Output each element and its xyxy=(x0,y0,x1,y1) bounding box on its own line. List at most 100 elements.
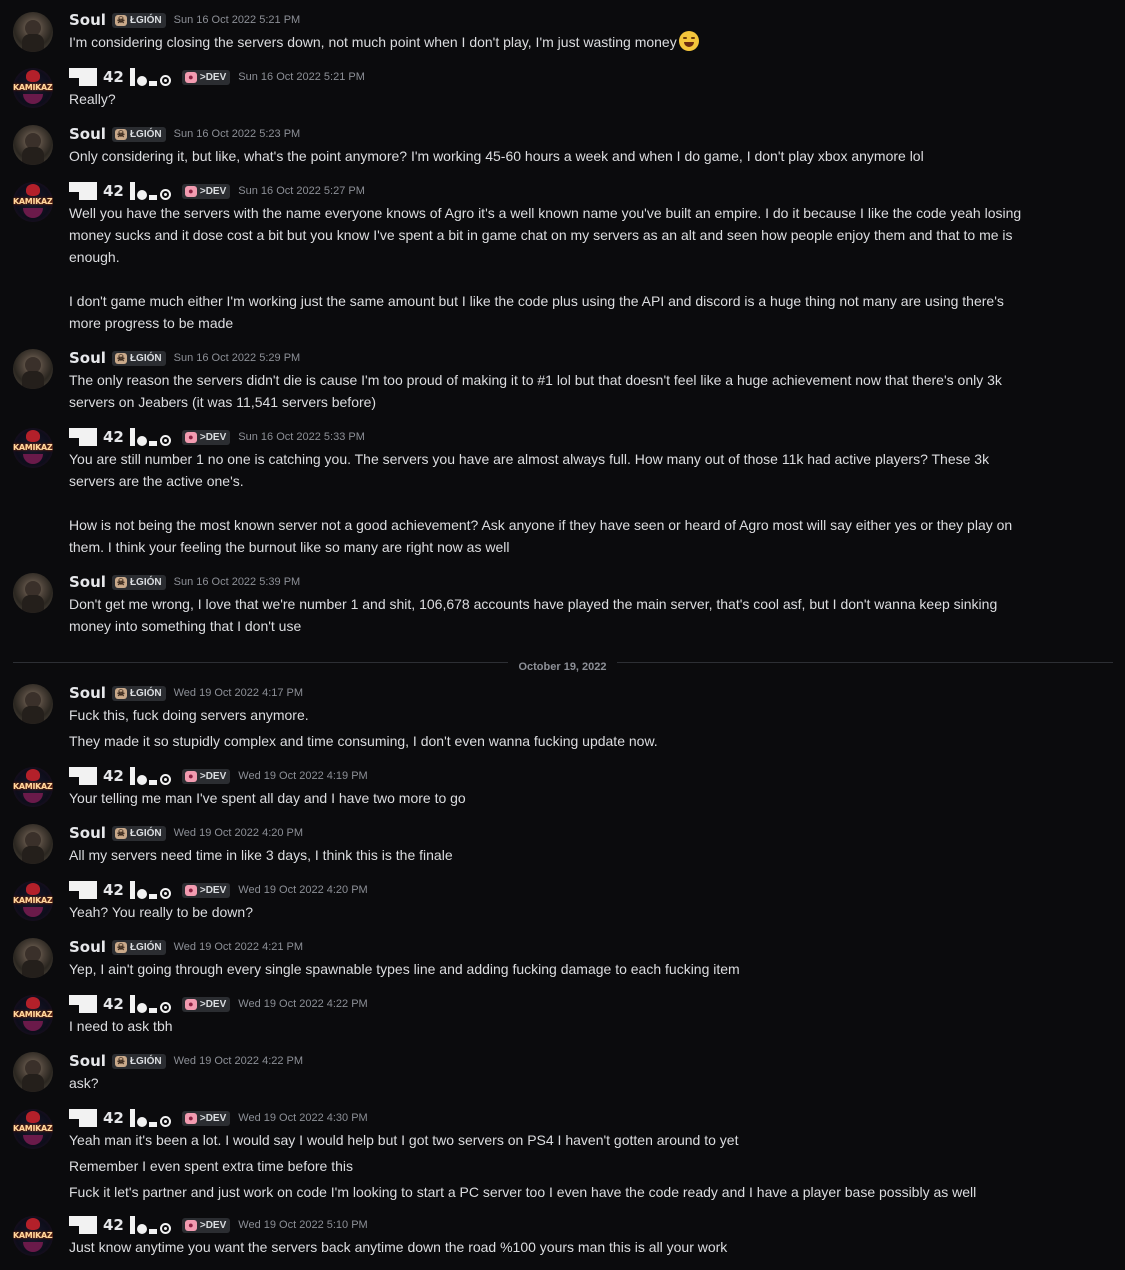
avatar-soul[interactable] xyxy=(13,684,53,724)
message-timestamp[interactable]: Wed 19 Oct 2022 4:22 PM xyxy=(238,998,367,1010)
role-tag[interactable]: ☠ ŁGIÓN xyxy=(111,685,166,701)
username[interactable]: Soul xyxy=(69,11,106,29)
avatar-kamikaze[interactable]: KAMIKAZE xyxy=(13,767,53,807)
message-text: enough. xyxy=(69,249,120,265)
pig-icon: ● xyxy=(184,1219,197,1231)
role-tag[interactable]: ● >DEV xyxy=(181,996,231,1012)
message-text: ask? xyxy=(69,1075,99,1091)
avatar-soul[interactable] xyxy=(13,938,53,978)
message-header: 42 ● >DEV Wed 19 Oct 2022 4:30 PM xyxy=(69,1108,368,1128)
username[interactable]: Soul xyxy=(69,938,106,956)
avatar-soul[interactable] xyxy=(13,349,53,389)
message-text: Only considering it, but like, what's th… xyxy=(69,148,924,164)
message-timestamp[interactable]: Sun 16 Oct 2022 5:27 PM xyxy=(238,185,365,197)
role-tag[interactable]: ● >DEV xyxy=(181,768,231,784)
message-timestamp[interactable]: Wed 19 Oct 2022 4:20 PM xyxy=(174,827,303,839)
message-header: 42 ● >DEV Wed 19 Oct 2022 4:19 PM xyxy=(69,766,368,786)
message-timestamp[interactable]: Wed 19 Oct 2022 5:10 PM xyxy=(238,1219,367,1231)
message-timestamp[interactable]: Sun 16 Oct 2022 5:21 PM xyxy=(174,14,301,26)
message-timestamp[interactable]: Wed 19 Oct 2022 4:30 PM xyxy=(238,1112,367,1124)
pig-icon: ● xyxy=(184,1112,197,1124)
pig-icon: ● xyxy=(184,884,197,896)
role-tag[interactable]: ● >DEV xyxy=(181,183,231,199)
role-tag[interactable]: ☠ ŁGIÓN xyxy=(111,350,166,366)
message-text: money sucks and it dose cost a bit but y… xyxy=(69,227,1013,243)
username[interactable]: 42 xyxy=(69,428,175,446)
avatar-soul[interactable] xyxy=(13,824,53,864)
pig-icon: ● xyxy=(184,998,197,1010)
message-header: 42 ● >DEV Sun 16 Oct 2022 5:27 PM xyxy=(69,181,365,201)
message-text: Well you have the servers with the name … xyxy=(69,205,1022,221)
message-timestamp[interactable]: Sun 16 Oct 2022 5:21 PM xyxy=(238,71,365,83)
username[interactable]: Soul xyxy=(69,824,106,842)
skull-icon: ☠ xyxy=(114,128,127,140)
message-text: I don't game much either I'm working jus… xyxy=(69,293,1004,309)
message-timestamp[interactable]: Wed 19 Oct 2022 4:20 PM xyxy=(238,884,367,896)
message-timestamp[interactable]: Sun 16 Oct 2022 5:39 PM xyxy=(174,576,301,588)
role-tag[interactable]: ● >DEV xyxy=(181,1110,231,1126)
name-glyph-block xyxy=(69,68,97,86)
role-tag[interactable]: ☠ ŁGIÓN xyxy=(111,126,166,142)
role-tag[interactable]: ● >DEV xyxy=(181,1217,231,1233)
username[interactable]: 42 xyxy=(69,68,175,86)
name-glyph-block xyxy=(129,1216,171,1234)
name-glyph-block xyxy=(69,767,97,785)
role-tag-label: ŁGIÓN xyxy=(129,827,162,839)
name-glyph-block xyxy=(129,1109,171,1127)
pig-icon: ● xyxy=(184,71,197,83)
role-tag[interactable]: ☠ ŁGIÓN xyxy=(111,825,166,841)
role-tag[interactable]: ☠ ŁGIÓN xyxy=(111,12,166,28)
username[interactable]: 42 xyxy=(69,1216,175,1234)
message-timestamp[interactable]: Sun 16 Oct 2022 5:33 PM xyxy=(238,431,365,443)
username[interactable]: 42 xyxy=(69,995,175,1013)
role-tag[interactable]: ☠ ŁGIÓN xyxy=(111,1053,166,1069)
avatar-kamikaze[interactable]: KAMIKAZE xyxy=(13,1216,53,1256)
avatar-kamikaze[interactable]: KAMIKAZE xyxy=(13,428,53,468)
role-tag[interactable]: ● >DEV xyxy=(181,69,231,85)
message-header: Soul ☠ ŁGIÓN Sun 16 Oct 2022 5:21 PM xyxy=(69,10,300,30)
name-glyph-block xyxy=(69,182,97,200)
avatar-soul[interactable] xyxy=(13,573,53,613)
username[interactable]: 42 xyxy=(69,881,175,899)
username-number: 42 xyxy=(103,1216,124,1234)
avatar-kamikaze[interactable]: KAMIKAZE xyxy=(13,182,53,222)
username-number: 42 xyxy=(103,1109,124,1127)
avatar-soul[interactable] xyxy=(13,12,53,52)
avatar-soul[interactable] xyxy=(13,1052,53,1092)
username[interactable]: Soul xyxy=(69,573,106,591)
username[interactable]: 42 xyxy=(69,182,175,200)
message-header: Soul ☠ ŁGIÓN Sun 16 Oct 2022 5:29 PM xyxy=(69,348,300,368)
message-timestamp[interactable]: Wed 19 Oct 2022 4:19 PM xyxy=(238,770,367,782)
message-text: You are still number 1 no one is catchin… xyxy=(69,451,990,467)
username[interactable]: 42 xyxy=(69,1109,175,1127)
username[interactable]: Soul xyxy=(69,349,106,367)
role-tag[interactable]: ☠ ŁGIÓN xyxy=(111,574,166,590)
message-timestamp[interactable]: Sun 16 Oct 2022 5:23 PM xyxy=(174,128,301,140)
message-timestamp[interactable]: Wed 19 Oct 2022 4:22 PM xyxy=(174,1055,303,1067)
message-text: How is not being the most known server n… xyxy=(69,517,1013,533)
username[interactable]: Soul xyxy=(69,125,106,143)
avatar-kamikaze[interactable]: KAMIKAZE xyxy=(13,995,53,1035)
role-tag[interactable]: ● >DEV xyxy=(181,882,231,898)
username[interactable]: Soul xyxy=(69,1052,106,1070)
avatar-soul[interactable] xyxy=(13,125,53,165)
message-timestamp[interactable]: Wed 19 Oct 2022 4:17 PM xyxy=(174,687,303,699)
name-glyph-block xyxy=(129,428,171,446)
username-number: 42 xyxy=(103,68,124,86)
avatar-kamikaze[interactable]: KAMIKAZE xyxy=(13,1109,53,1149)
message-header: 42 ● >DEV Wed 19 Oct 2022 5:10 PM xyxy=(69,1215,368,1235)
role-tag[interactable]: ☠ ŁGIÓN xyxy=(111,939,166,955)
role-tag[interactable]: ● >DEV xyxy=(181,429,231,445)
username[interactable]: 42 xyxy=(69,767,175,785)
message-header: 42 ● >DEV Wed 19 Oct 2022 4:20 PM xyxy=(69,880,368,900)
username[interactable]: Soul xyxy=(69,684,106,702)
message-text: Fuck this, fuck doing servers anymore. xyxy=(69,707,309,723)
message-text: All my servers need time in like 3 days,… xyxy=(69,847,453,863)
avatar-kamikaze[interactable]: KAMIKAZE xyxy=(13,881,53,921)
message-text: more progress to be made xyxy=(69,315,234,331)
message-timestamp[interactable]: Wed 19 Oct 2022 4:21 PM xyxy=(174,941,303,953)
name-glyph-block xyxy=(129,767,171,785)
avatar-kamikaze[interactable]: KAMIKAZE xyxy=(13,68,53,108)
role-tag-label: ŁGIÓN xyxy=(129,14,162,26)
message-timestamp[interactable]: Sun 16 Oct 2022 5:29 PM xyxy=(174,352,301,364)
